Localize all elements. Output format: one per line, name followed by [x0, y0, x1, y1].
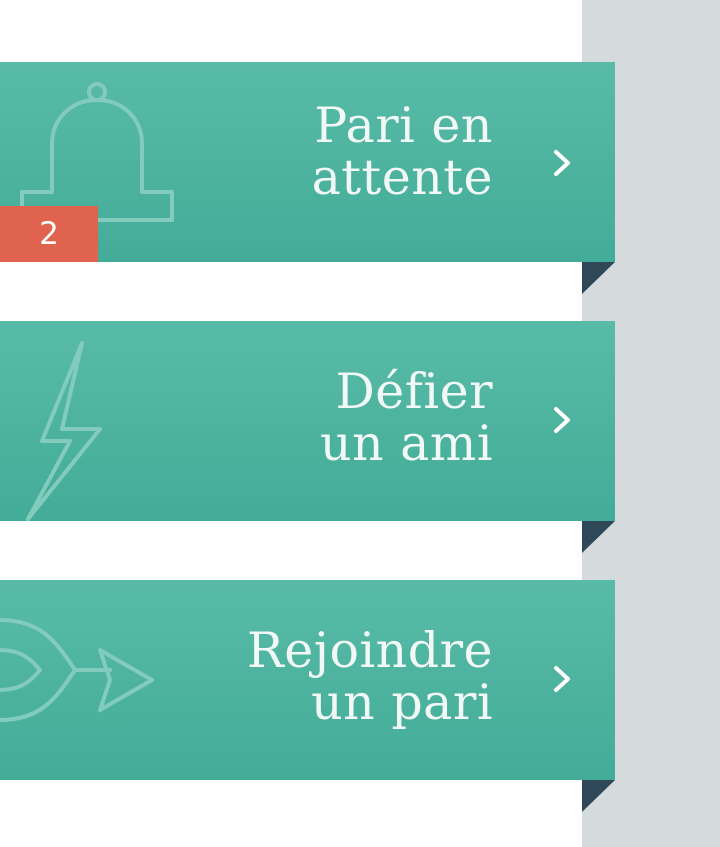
- challenge-friend-label-line1: Défier: [335, 363, 493, 420]
- pending-bets-button[interactable]: 2 Pari en attente: [0, 62, 615, 294]
- challenge-friend-label-line2: un ami: [319, 415, 493, 472]
- ribbon-fold: [582, 521, 615, 553]
- pending-bets-label: Pari en attente: [312, 100, 493, 204]
- challenge-friend-button[interactable]: Défier un ami: [0, 321, 615, 553]
- chevron-right-icon: [554, 666, 570, 692]
- chevron-right-icon: [554, 150, 570, 176]
- merge-arrows-icon: [0, 618, 154, 722]
- join-bet-label: Rejoindre un pari: [247, 625, 493, 729]
- ribbon-fold: [582, 262, 615, 294]
- lightning-icon: [26, 341, 102, 521]
- notification-badge: 2: [0, 206, 98, 262]
- pending-bets-label-line1: Pari en: [314, 97, 493, 154]
- join-bet-label-line1: Rejoindre: [246, 622, 493, 679]
- chevron-right-icon: [554, 407, 570, 433]
- ribbon-fold: [582, 780, 615, 812]
- join-bet-label-line2: un pari: [311, 674, 493, 731]
- join-bet-button[interactable]: Rejoindre un pari: [0, 580, 615, 812]
- pending-bets-label-line2: attente: [311, 149, 493, 206]
- challenge-friend-label: Défier un ami: [320, 366, 493, 470]
